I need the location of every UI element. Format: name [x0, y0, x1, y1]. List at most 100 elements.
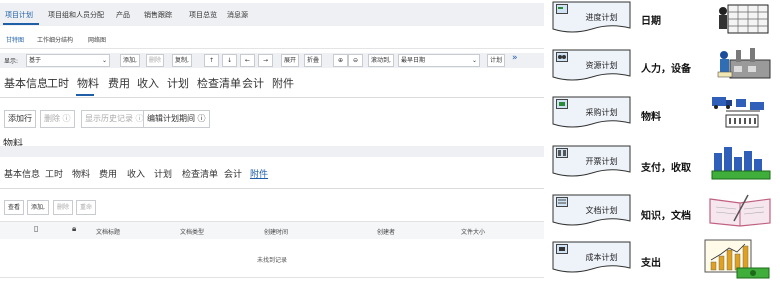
move-down-icon[interactable]: ↓ [222, 54, 237, 67]
top-nav-item-sources[interactable]: 消息源 [227, 10, 248, 20]
add-row-button[interactable]: 添加行 [4, 110, 36, 128]
top-nav-item-teams[interactable]: 项目组和人员分配 [48, 10, 104, 20]
tab-revenue[interactable]: 收入 [127, 167, 145, 180]
tab-checklist[interactable]: 检查清单 [182, 167, 218, 180]
plan-card-schedule: 进度计划 [552, 1, 631, 36]
plan-card-purchase: 采购计划 [552, 96, 631, 131]
plan-card-label: 资源计划 [585, 61, 618, 70]
top-nav-item-overview[interactable]: 项目总览 [189, 10, 217, 20]
scroll-to-button[interactable]: 滚动到, [368, 54, 394, 67]
plan-category-label: 物料 [641, 112, 661, 123]
material-table-header [0, 146, 544, 157]
tab-basic-info[interactable]: 基本信息 [4, 75, 48, 91]
tab-accounting[interactable]: 会计 [224, 167, 242, 180]
move-right-icon[interactable]: → [258, 54, 273, 67]
plan-category-label: 人力，设备 [641, 64, 691, 75]
sub-nav-item-wbs[interactable]: 工作细分结构 [37, 35, 73, 44]
tab-revenue[interactable]: 收入 [137, 75, 159, 91]
plan-types-panel: 进度计划 日期 资源计划 人力，设备 采购计划 物料 开票计划 支付，收取 文档… [548, 0, 780, 286]
buildings-money-clipart-icon [711, 147, 771, 180]
toolbar: 显示: 基于 ⌄ 添加, 删除 复制, ↑ ↓ ← → 展开 折叠 ⊕ ⊖ 滚动… [0, 53, 544, 68]
top-nav-item-project-plan[interactable]: 项目计划 [5, 10, 33, 20]
tab-expenses[interactable]: 费用 [99, 167, 117, 180]
move-left-icon[interactable]: ← [240, 54, 255, 67]
cost-icon [556, 244, 568, 254]
sub-nav-item-gantt[interactable]: 甘特图 [6, 35, 24, 44]
rename-button[interactable]: 重命 [76, 200, 97, 215]
attachment-add-button[interactable]: 添加, [27, 200, 49, 215]
date-select[interactable]: 最早日期 ⌄ [398, 54, 480, 67]
empty-state-text: 未找到记录 [256, 257, 287, 264]
delete-button[interactable]: 删除 [146, 54, 165, 67]
copy-button[interactable]: 复制, [172, 54, 192, 67]
bar-chart-money-clipart-icon [704, 239, 770, 279]
plan-card-document: 文档计划 [552, 194, 631, 229]
attachment-table-body: 未找到记录 [0, 239, 544, 278]
add-button[interactable]: 添加, [120, 54, 140, 67]
tab-checklist[interactable]: 检查清单 [197, 75, 241, 91]
tab-material[interactable]: 物料 [77, 75, 99, 91]
lock-icon: 🔒︎ [72, 224, 77, 233]
plan-category-label: 支出 [641, 258, 661, 269]
plan-card-label: 开票计划 [585, 157, 618, 166]
display-select-value: 基于 [29, 57, 42, 64]
info-icon: ⓘ [197, 114, 206, 123]
plan-card-label: 文档计划 [585, 206, 618, 215]
info-icon: ⓘ [62, 114, 71, 123]
tab-attachments[interactable]: 附件 [272, 75, 294, 91]
more-chevron-icon[interactable]: » [512, 53, 518, 63]
display-select[interactable]: 基于 ⌄ [26, 54, 110, 67]
sub-nav-item-network[interactable]: 网络图 [88, 35, 106, 44]
collapse-button[interactable]: 折叠 [304, 54, 323, 67]
plan-category-label: 日期 [641, 16, 661, 27]
column-header[interactable]: 文档类型 [180, 227, 204, 236]
tab-plan[interactable]: 计划 [154, 167, 172, 180]
plan-card-label: 进度计划 [585, 13, 618, 22]
expand-button[interactable]: 展开 [281, 54, 300, 67]
view-button[interactable]: 查看 [4, 200, 25, 215]
tab-attachments[interactable]: 附件 [250, 167, 268, 180]
tab-basic-info[interactable]: 基本信息 [4, 167, 40, 180]
plan-category-label: 支付，收取 [641, 163, 691, 174]
attachment-table-header: ▯ 🔒︎ 文档标题 文档类型 创建时间 创建者 文件大小 [0, 221, 544, 240]
edit-plan-period-button[interactable]: 编辑计划期间 ⓘ [143, 110, 210, 128]
zoom-in-icon[interactable]: ⊕ [333, 54, 348, 67]
plan-button[interactable]: 计划 [487, 54, 506, 67]
open-book-clipart-icon [709, 194, 771, 227]
active-tab-underline [76, 94, 94, 96]
invoice-icon [556, 148, 568, 158]
resource-icon [556, 52, 568, 62]
column-header[interactable]: 文档标题 [96, 227, 120, 236]
calendar-clipart-icon [719, 4, 769, 34]
plan-card-invoice: 开票计划 [552, 145, 631, 180]
top-nav-item-sales[interactable]: 销售跟踪 [144, 10, 172, 20]
tab-expenses[interactable]: 费用 [108, 75, 130, 91]
move-up-icon[interactable]: ↑ [204, 54, 219, 67]
display-label: 显示: [4, 58, 19, 65]
chevron-down-icon: ⌄ [101, 57, 107, 64]
column-header[interactable]: 创建者 [377, 227, 395, 236]
top-nav: 项目计划 项目组和人员分配 产品 销售跟踪 项目总览 消息源 [0, 3, 544, 26]
attachment-delete-button[interactable]: 删除 [53, 200, 74, 215]
show-history-button[interactable]: 显示历史记录 ⓘ [81, 110, 148, 128]
material-delete-label: 删除 [44, 114, 60, 123]
zoom-out-icon[interactable]: ⊖ [348, 54, 363, 67]
tab-hours[interactable]: 工时 [47, 75, 69, 91]
active-tab-underline [3, 23, 39, 25]
tab-material[interactable]: 物料 [72, 167, 90, 180]
date-select-value: 最早日期 [401, 57, 426, 64]
material-delete-button[interactable]: 删除 ⓘ [40, 110, 75, 128]
column-header[interactable]: 创建时间 [264, 227, 288, 236]
schedule-icon [556, 4, 568, 14]
plan-category-label: 知识，文档 [641, 211, 691, 222]
column-header[interactable]: 文件大小 [461, 227, 485, 236]
plan-card-label: 成本计划 [585, 253, 618, 262]
edit-plan-period-label: 编辑计划期间 [147, 114, 195, 123]
app-screenshot: 项目计划 项目组和人员分配 产品 销售跟踪 项目总览 消息源 甘特图 工作细分结… [0, 0, 544, 286]
tab-accounting[interactable]: 会计 [242, 75, 264, 91]
tab-hours[interactable]: 工时 [45, 167, 63, 180]
file-icon: ▯ [34, 224, 39, 233]
purchase-icon [556, 99, 568, 109]
top-nav-item-products[interactable]: 产品 [116, 10, 130, 20]
tab-plan[interactable]: 计划 [167, 75, 189, 91]
